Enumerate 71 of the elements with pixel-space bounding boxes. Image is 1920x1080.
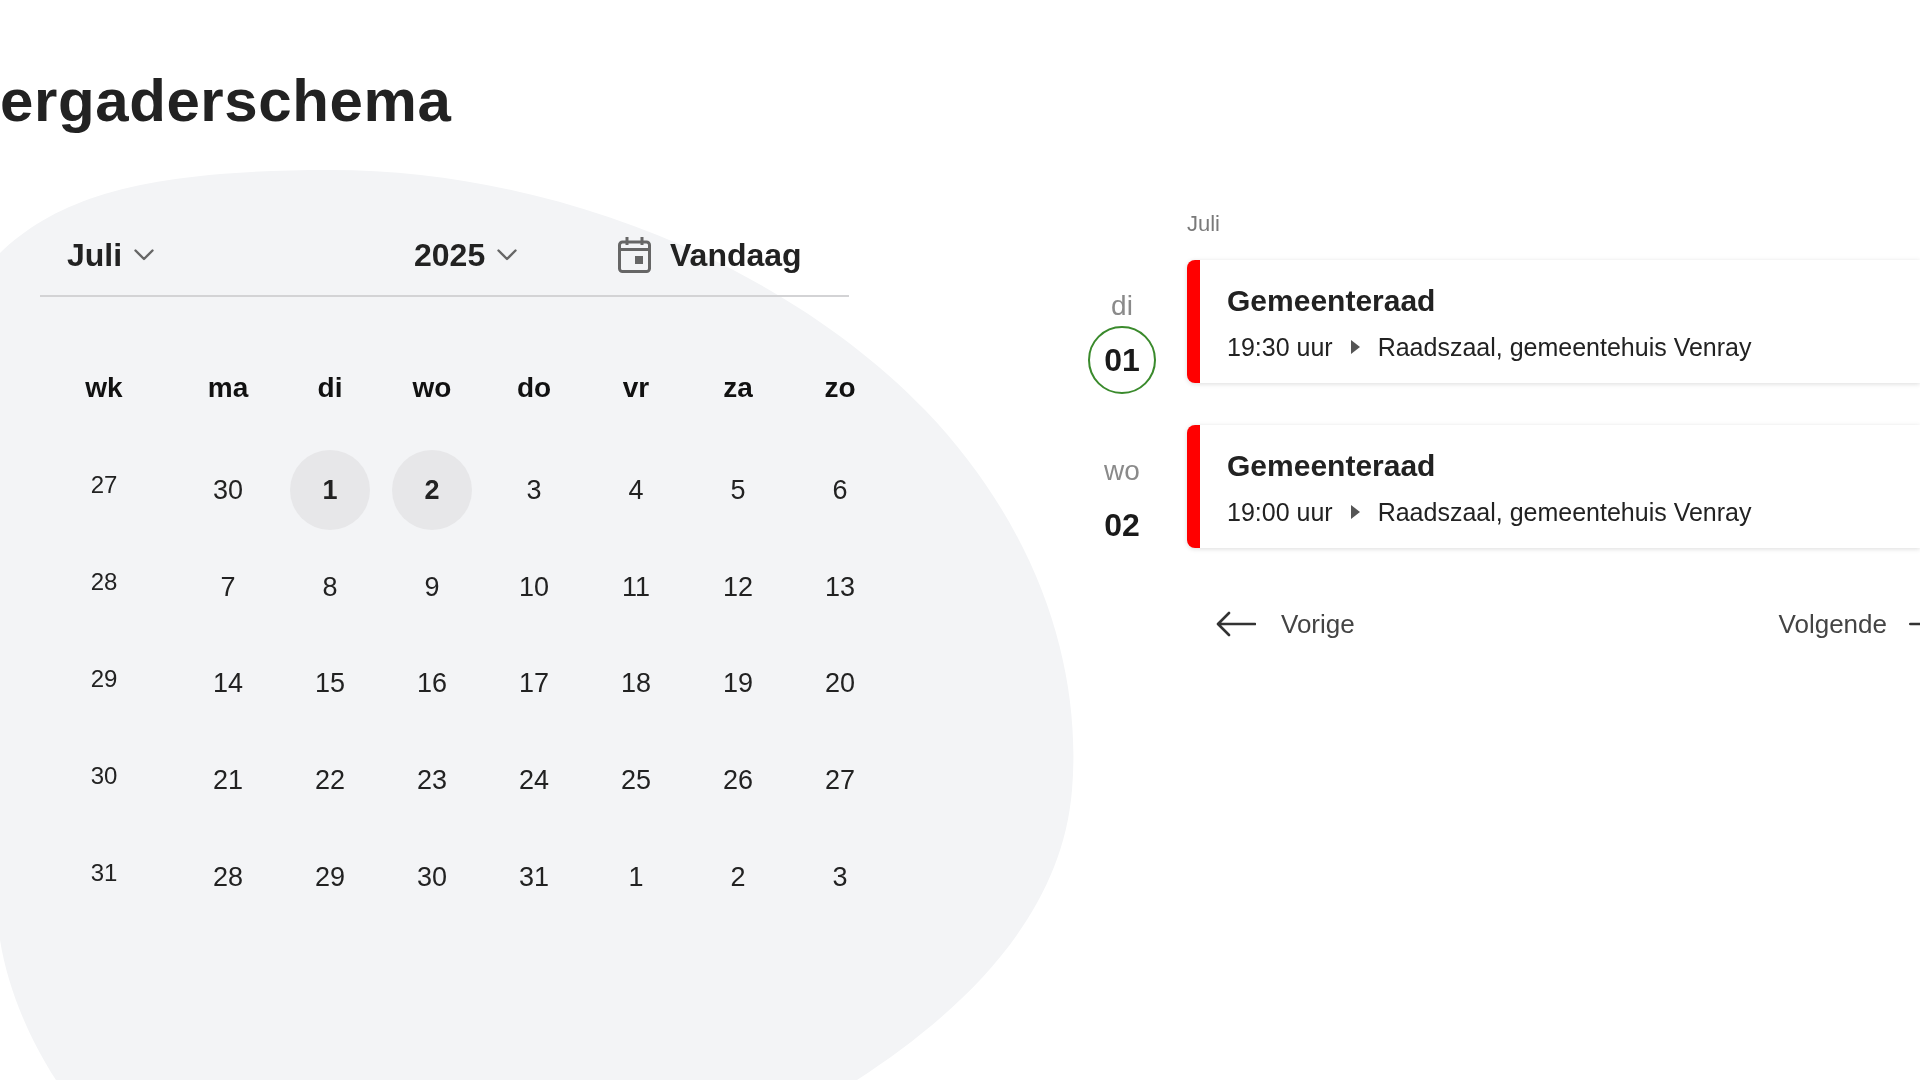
calendar-day[interactable]: 19 bbox=[722, 668, 753, 700]
today-button[interactable]: Vandaag bbox=[618, 236, 802, 274]
event-title: Gemeenteraad bbox=[1227, 284, 1436, 318]
calendar-day[interactable]: 10 bbox=[518, 571, 549, 603]
calendar-day[interactable]: 14 bbox=[212, 668, 243, 700]
week-number: 30 bbox=[90, 761, 118, 790]
calendar-day[interactable]: 21 bbox=[212, 765, 243, 797]
caret-right-icon bbox=[1350, 505, 1360, 519]
calendar-day[interactable]: 24 bbox=[518, 765, 549, 797]
event-title: Gemeenteraad bbox=[1227, 449, 1436, 483]
calendar-day[interactable]: 20 bbox=[824, 668, 855, 700]
weekday-header: ma bbox=[207, 372, 249, 404]
previous-link[interactable]: Vorige bbox=[1216, 608, 1355, 640]
month-dropdown[interactable]: Juli bbox=[67, 236, 155, 274]
calendar-day[interactable]: 18 bbox=[620, 668, 651, 700]
calendar-day[interactable]: 8 bbox=[322, 571, 338, 603]
calendar-day[interactable]: 9 bbox=[424, 571, 440, 603]
week-number: 31 bbox=[90, 858, 118, 887]
chevron-down-icon bbox=[497, 249, 518, 261]
calendar-day[interactable]: 26 bbox=[722, 765, 753, 797]
event-location: Raadszaal, gemeentehuis Venray bbox=[1377, 497, 1752, 527]
year-dropdown[interactable]: 2025 bbox=[414, 236, 518, 274]
weekday-header: za bbox=[723, 372, 753, 404]
calendar-day[interactable]: 13 bbox=[824, 571, 855, 603]
weekday-header: di bbox=[317, 372, 343, 404]
calendar-day[interactable]: 28 bbox=[212, 862, 243, 894]
calendar-day[interactable]: 16 bbox=[416, 668, 447, 700]
next-link[interactable]: Volgende bbox=[1778, 608, 1920, 640]
chevron-down-icon bbox=[134, 249, 155, 261]
week-number: 27 bbox=[90, 471, 118, 500]
calendar-day[interactable]: 1 bbox=[628, 862, 644, 894]
calendar-day[interactable]: 3 bbox=[832, 862, 848, 894]
weekday-label: di bbox=[1111, 289, 1133, 323]
calendar-day[interactable]: 15 bbox=[314, 668, 345, 700]
date-number: 02 bbox=[1104, 506, 1140, 544]
date-number-circled: 01 bbox=[1088, 326, 1156, 394]
week-column-header: wk bbox=[85, 372, 123, 404]
calendar-day[interactable]: 25 bbox=[620, 765, 651, 797]
calendar-icon bbox=[618, 237, 651, 273]
calendar-day[interactable]: 30 bbox=[416, 862, 447, 894]
event-time: 19:30 uur bbox=[1227, 332, 1333, 362]
calendar-day[interactable]: 3 bbox=[526, 474, 542, 506]
weekday-label: wo bbox=[1104, 454, 1140, 488]
event-card[interactable]: Gemeenteraad 19:00 uur Raadszaal, gemeentehuis Venray bbox=[1187, 425, 1920, 548]
event-card[interactable]: Gemeenteraad 19:30 uur Raadszaal, gemeentehuis Venray bbox=[1187, 260, 1920, 383]
calendar-day[interactable]: 29 bbox=[314, 862, 345, 894]
calendar-day[interactable]: 22 bbox=[314, 765, 345, 797]
weekday-header: vr bbox=[622, 372, 650, 404]
caret-right-icon bbox=[1350, 340, 1360, 354]
calendar-day[interactable]: 6 bbox=[832, 474, 848, 506]
week-number: 29 bbox=[90, 665, 118, 693]
weekday-header: wo bbox=[412, 372, 452, 404]
calendar-day[interactable]: 11 bbox=[622, 571, 650, 603]
calendar-day[interactable]: 7 bbox=[220, 571, 236, 603]
weekday-header: do bbox=[516, 372, 552, 404]
calendar-day[interactable]: 23 bbox=[416, 765, 447, 797]
page-title: ergaderschema bbox=[0, 71, 452, 131]
calendar-day[interactable]: 30 bbox=[212, 474, 243, 506]
event-time: 19:00 uur bbox=[1227, 497, 1333, 527]
calendar-day[interactable]: 2 bbox=[730, 862, 746, 894]
calendar-day[interactable]: 17 bbox=[518, 668, 549, 700]
event-location: Raadszaal, gemeentehuis Venray bbox=[1377, 332, 1752, 362]
arrow-left-icon bbox=[1216, 611, 1256, 637]
weekday-header: zo bbox=[824, 372, 856, 404]
calendar-day[interactable]: 5 bbox=[730, 474, 746, 506]
month-label: Juli bbox=[1187, 210, 1220, 238]
calendar-day[interactable]: 12 bbox=[722, 571, 753, 603]
calendar-day[interactable]: 4 bbox=[628, 474, 644, 506]
calendar-day[interactable]: 27 bbox=[824, 765, 855, 797]
calendar-day[interactable]: 31 bbox=[518, 862, 549, 894]
week-number: 28 bbox=[90, 568, 118, 597]
